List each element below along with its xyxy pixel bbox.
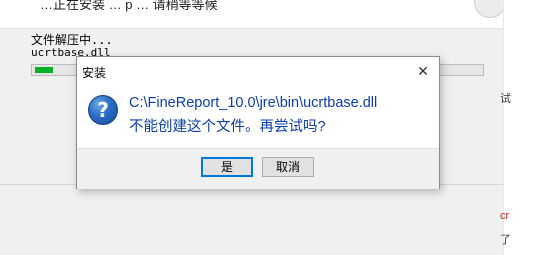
dialog-content: ? C:\FineReport_10.0\jre\bin\ucrtbase.dl…	[77, 87, 439, 147]
dialog-titlebar[interactable]: 安装 ✕	[77, 57, 439, 87]
dialog-button-bar: 是 取消	[77, 148, 439, 189]
dialog-title: 安装	[82, 66, 107, 80]
close-icon: ✕	[417, 63, 429, 79]
message-path: C:\FineReport_10.0\jre\bin\ucrtbase.dll	[129, 95, 378, 111]
edge-fragment: cr	[500, 210, 510, 222]
edge-fragment: 了	[500, 234, 511, 246]
close-button[interactable]: ✕	[409, 58, 437, 84]
question-icon: ?	[88, 95, 118, 125]
message-question: 不能创建这个文件。再尝试吗?	[129, 119, 326, 135]
retry-dialog: 安装 ✕ ? C:\FineReport_10.0\jre\bin\ucrtba…	[76, 56, 440, 189]
yes-button[interactable]: 是	[201, 157, 253, 177]
progress-fill	[35, 67, 53, 73]
installer-header-text: …正在安装 … p … 请稍等等候	[40, 0, 218, 12]
edge-fragment: 试	[500, 93, 511, 105]
installer-header: …正在安装 … p … 请稍等等候	[0, 0, 503, 29]
background-window-edge: 试 cr 了	[500, 0, 538, 255]
cancel-button[interactable]: 取消	[262, 157, 314, 177]
